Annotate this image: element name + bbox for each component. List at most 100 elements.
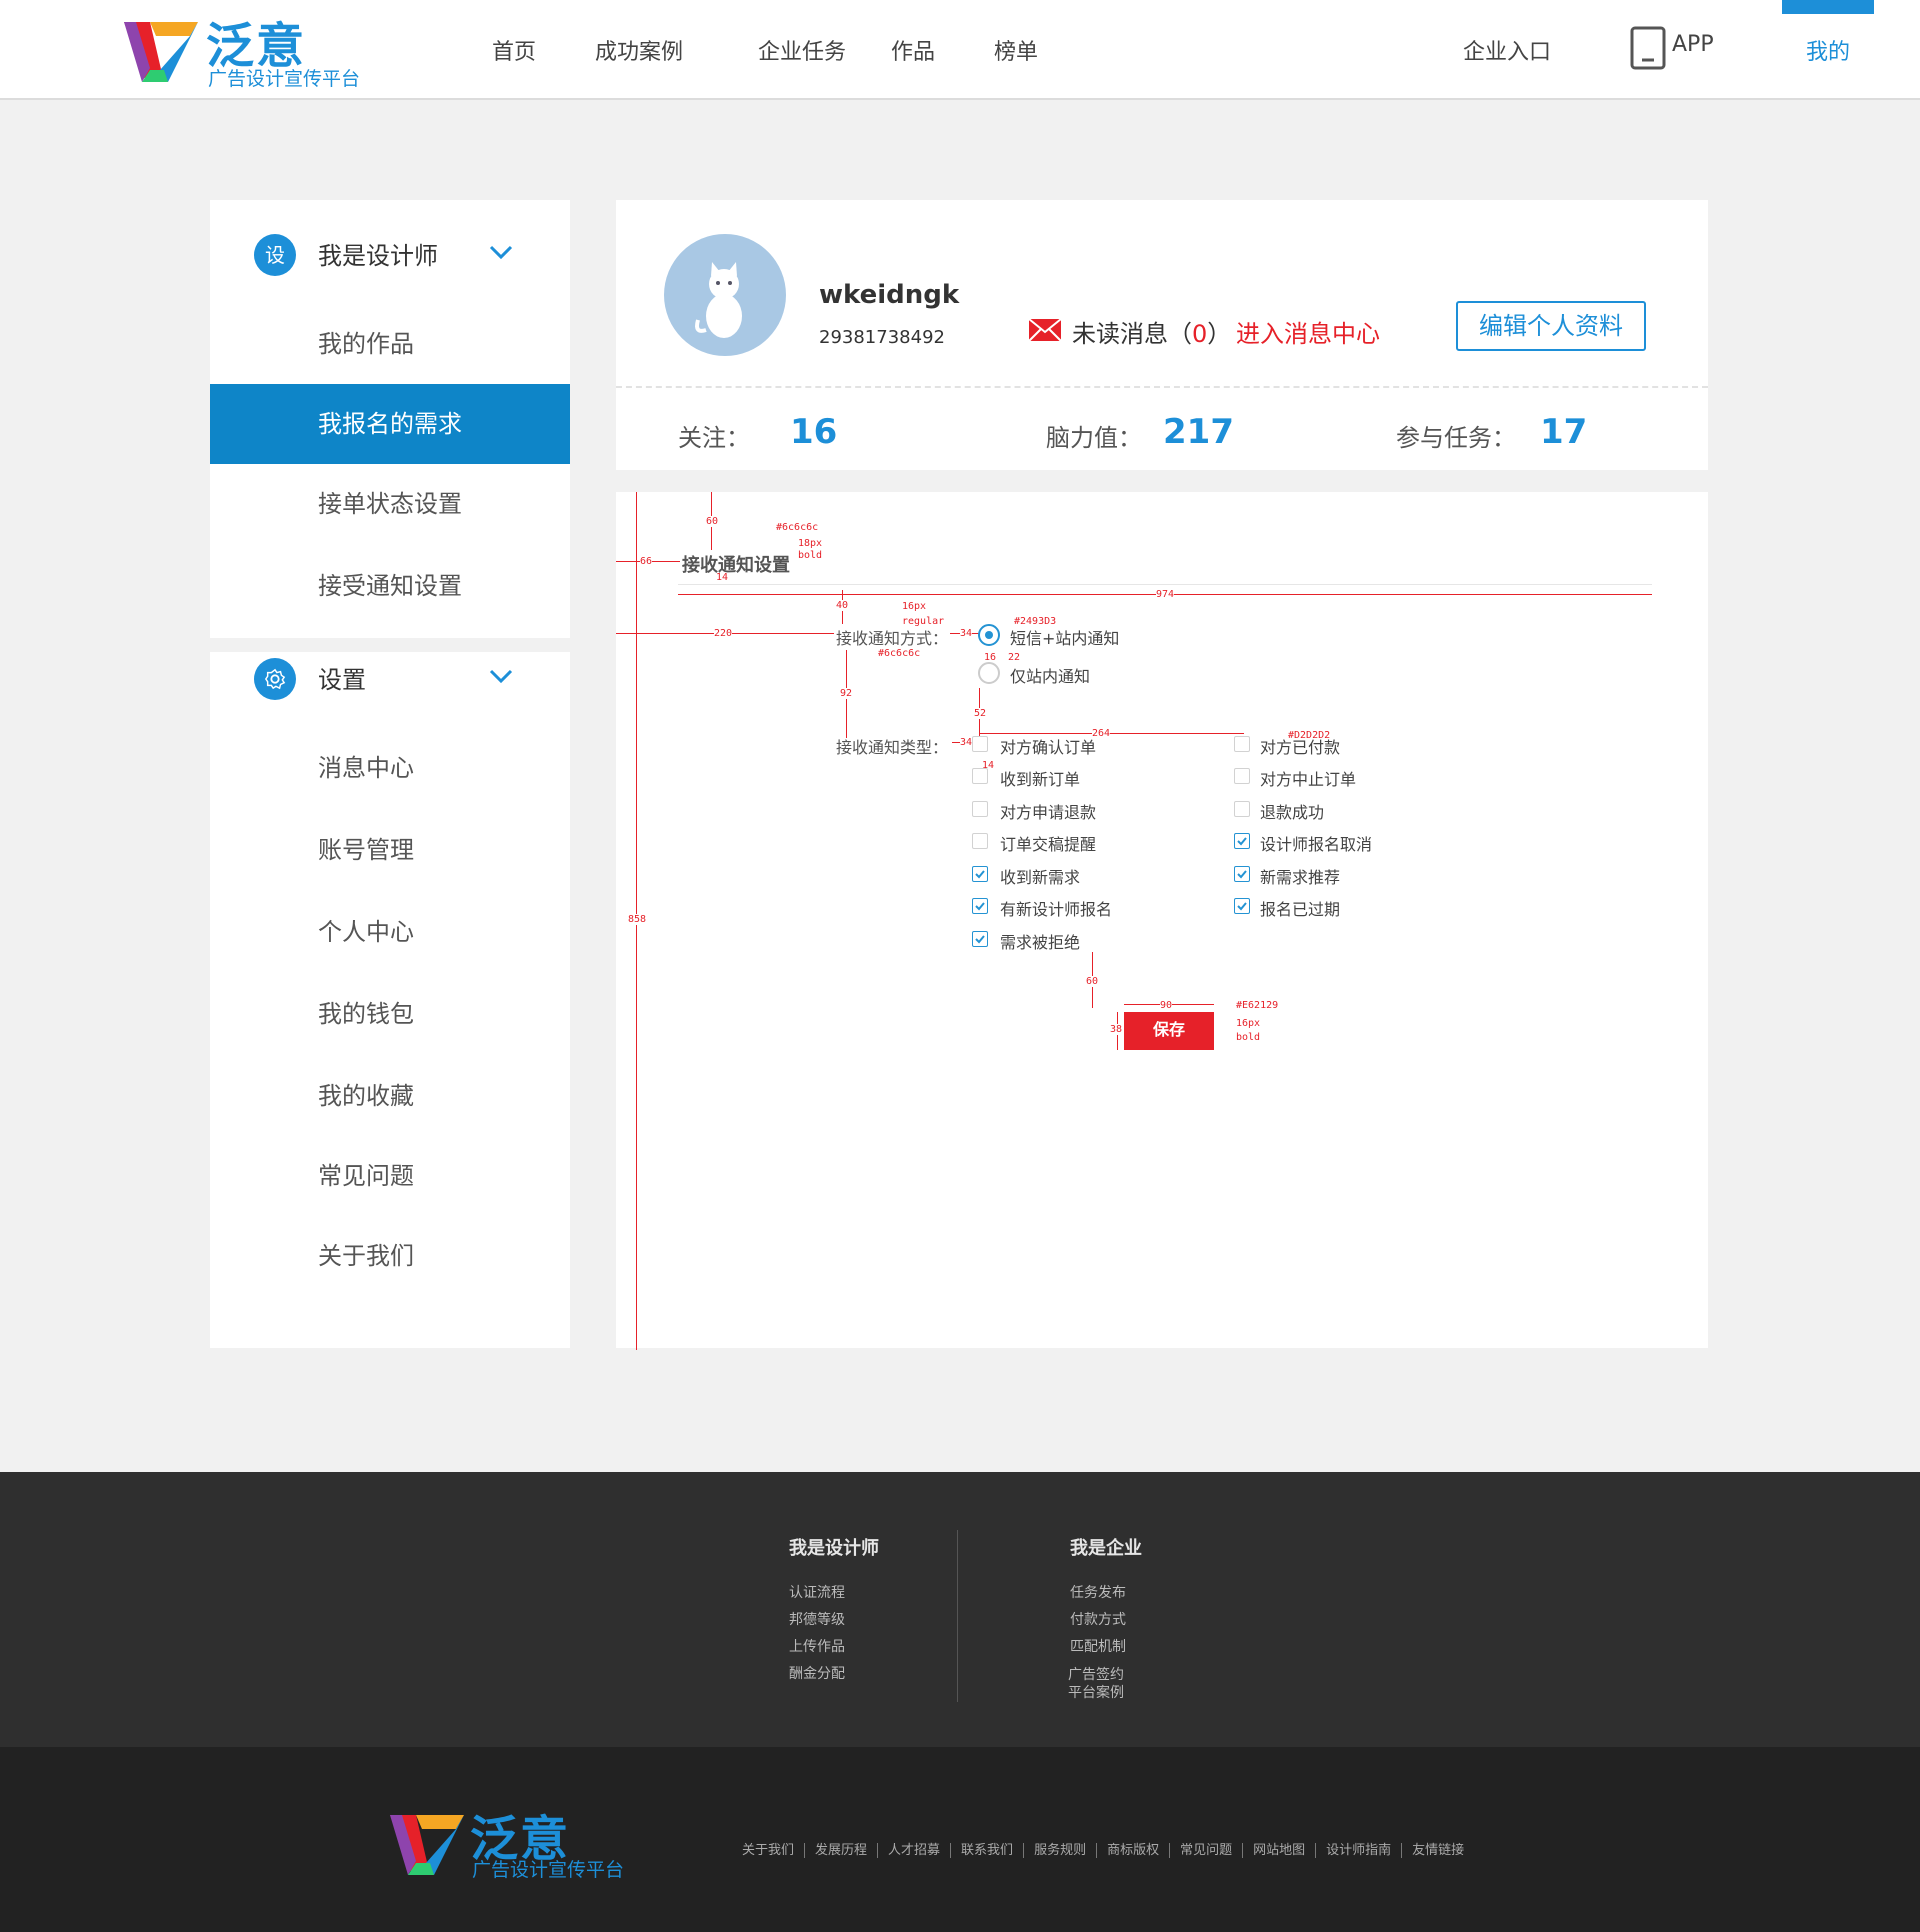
footer-link-sitemap[interactable]: 网站地图 (1242, 1843, 1316, 1858)
checkbox-new-order-label: 收到新订单 (1000, 770, 1081, 789)
footer-divider (957, 1530, 958, 1702)
dim-btn-height: 38 (1110, 1024, 1123, 1035)
sidebar-item-my-works[interactable]: 我的作品 (210, 304, 570, 384)
checkbox-designer-cancel-label: 设计师报名取消 (1260, 835, 1373, 854)
radio-site-only-label: 仅站内通知 (1010, 667, 1091, 686)
checkbox-new-requirement[interactable] (972, 866, 988, 882)
stat-brainpower-value: 217 (1163, 412, 1234, 452)
footer-link-matching[interactable]: 匹配机制 (1070, 1636, 1126, 1656)
dim-btn-size: 16px (1236, 1018, 1261, 1029)
nav-ranking[interactable]: 榜单 (994, 34, 1038, 66)
stat-follow-value: 16 (790, 412, 838, 452)
chevron-down-icon (489, 245, 513, 260)
active-nav-indicator (1782, 0, 1874, 14)
footer-bottom-links: 关于我们 发展历程 人才招募 联系我们 服务规则 商标版权 常见问题 网站地图 设计师指南 友情链… (742, 1839, 1475, 1858)
footer-link-certification[interactable]: 认证流程 (789, 1582, 845, 1602)
stat-tasks-value: 17 (1540, 412, 1588, 452)
profile-divider (616, 386, 1708, 388)
footer-link-level[interactable]: 邦德等级 (789, 1609, 845, 1629)
dim-method-gap: 40 (836, 600, 849, 611)
unread-label: 未读消息 (1072, 320, 1168, 348)
dim-method-to-type: 92 (840, 688, 853, 699)
sidebar-item-order-status[interactable]: 接单状态设置 (210, 464, 570, 544)
radio-site-only[interactable] (978, 662, 1000, 684)
checkbox-signup-expired[interactable] (1234, 898, 1250, 914)
footer-links-section: 我是设计师 认证流程 邦德等级 上传作品 酬金分配 我是企业 任务发布 付款方式… (0, 1472, 1920, 1747)
checkbox-confirm-order[interactable] (972, 736, 988, 752)
checkbox-submission-reminder[interactable] (972, 833, 988, 849)
checkbox-designer-cancel[interactable] (1234, 833, 1250, 849)
sidebar-item-account[interactable]: 账号管理 (210, 810, 570, 890)
site-logo[interactable]: 泛意 广告设计宣传平台 (120, 6, 380, 92)
footer-link-rules[interactable]: 服务规则 (1023, 1843, 1097, 1858)
method-label: 接收通知方式： (836, 629, 949, 648)
section-title: 接收通知设置 (682, 555, 790, 576)
nav-enterprise-entry[interactable]: 企业入口 (1463, 34, 1551, 66)
nav-tasks[interactable]: 企业任务 (758, 34, 846, 66)
sidebar-item-about[interactable]: 关于我们 (210, 1216, 570, 1296)
nav-cases[interactable]: 成功案例 (595, 34, 683, 66)
checkbox-requirement-recommend[interactable] (1234, 866, 1250, 882)
footer-link-platform-cases[interactable]: 平台案例 (1068, 1682, 1124, 1702)
sidebar-group-settings[interactable]: 设置 (210, 648, 570, 708)
sidebar-item-wallet[interactable]: 我的钱包 (210, 974, 570, 1054)
sidebar-group-designer-label: 我是设计师 (318, 242, 438, 270)
sidebar-item-faq[interactable]: 常见问题 (210, 1136, 570, 1216)
dim-radio-to-type: 52 (974, 708, 987, 719)
gear-icon (254, 658, 296, 700)
radio-sms-and-site-label: 短信+站内通知 (1010, 629, 1120, 648)
save-button[interactable]: 保存 (1124, 1012, 1214, 1050)
nav-mine[interactable]: 我的 (1806, 34, 1850, 66)
enter-message-center-link[interactable]: 进入消息中心 (1236, 314, 1380, 349)
edit-profile-button[interactable]: 编辑个人资料 (1456, 301, 1646, 351)
checkbox-paid[interactable] (1234, 736, 1250, 752)
footer-link-trademark[interactable]: 商标版权 (1096, 1843, 1170, 1858)
footer-link-faq[interactable]: 常见问题 (1169, 1843, 1243, 1858)
dim-left-gap: 66 (640, 556, 653, 567)
footer-link-reward[interactable]: 酬金分配 (789, 1663, 845, 1683)
footer-link-recruit[interactable]: 人才招募 (877, 1843, 951, 1858)
footer-link-ad-contract[interactable]: 广告签约 (1068, 1664, 1124, 1684)
sidebar-item-notification-settings[interactable]: 接受通知设置 (210, 546, 570, 626)
footer-link-friends[interactable]: 友情链接 (1401, 1843, 1475, 1858)
tablet-icon (1630, 26, 1666, 70)
sidebar-item-message-center[interactable]: 消息中心 (210, 728, 570, 808)
checkbox-order-terminated[interactable] (1234, 768, 1250, 784)
dim-label-left: 220 (714, 628, 733, 639)
checkbox-refund-request[interactable] (972, 801, 988, 817)
section-divider (678, 584, 1652, 585)
checkbox-new-order[interactable] (972, 768, 988, 784)
nav-app[interactable]: APP (1630, 26, 1720, 70)
profile-card: wkeidngk 29381738492 未读消息（0） 进入消息中心 编辑个人… (616, 200, 1708, 470)
footer-link-contact[interactable]: 联系我们 (950, 1843, 1024, 1858)
footer-link-payment[interactable]: 付款方式 (1070, 1609, 1126, 1629)
unread-messages: 未读消息（0） (1072, 314, 1231, 349)
sidebar-item-my-applications[interactable]: 我报名的需求 (210, 384, 570, 464)
notification-settings-panel: 858 60 66 #6c6c6c 18px bold 14 接收通知设置 97… (616, 492, 1708, 1350)
sidebar-group-designer[interactable]: 设 我是设计师 (210, 224, 570, 284)
checkbox-refund-success[interactable] (1234, 801, 1250, 817)
avatar[interactable] (664, 234, 786, 356)
dim-line-width: 974 (1156, 589, 1175, 600)
footer-link-about[interactable]: 关于我们 (742, 1843, 804, 1858)
footer-enterprise-title: 我是企业 (1070, 1538, 1142, 1559)
dim-label-to-radio: 34 (960, 628, 973, 639)
radio-sms-and-site[interactable] (978, 624, 1000, 646)
nav-works[interactable]: 作品 (891, 34, 935, 66)
nav-home[interactable]: 首页 (492, 34, 536, 66)
footer-logo[interactable]: 泛意 广告设计宣传平台 (386, 1799, 656, 1881)
checkbox-requirement-rejected[interactable] (972, 931, 988, 947)
sidebar-item-favorites[interactable]: 我的收藏 (210, 1056, 570, 1136)
footer-link-upload[interactable]: 上传作品 (789, 1636, 845, 1656)
footer-link-publish-task[interactable]: 任务发布 (1070, 1582, 1126, 1602)
sidebar-item-personal-center[interactable]: 个人中心 (210, 892, 570, 972)
checkbox-new-designer-signup[interactable] (972, 898, 988, 914)
unread-open-paren: （ (1168, 320, 1192, 348)
top-header: 泛意 广告设计宣传平台 首页 成功案例 企业任务 作品 榜单 企业入口 APP … (0, 0, 1920, 100)
footer-link-history[interactable]: 发展历程 (804, 1843, 878, 1858)
dim-btn-width: 90 (1160, 1000, 1173, 1011)
dim-btn-color: #E62129 (1236, 1000, 1279, 1011)
footer-link-designer-guide[interactable]: 设计师指南 (1315, 1843, 1402, 1858)
checkbox-requirement-rejected-label: 需求被拒绝 (1000, 933, 1081, 952)
checkbox-refund-success-label: 退款成功 (1260, 803, 1325, 822)
